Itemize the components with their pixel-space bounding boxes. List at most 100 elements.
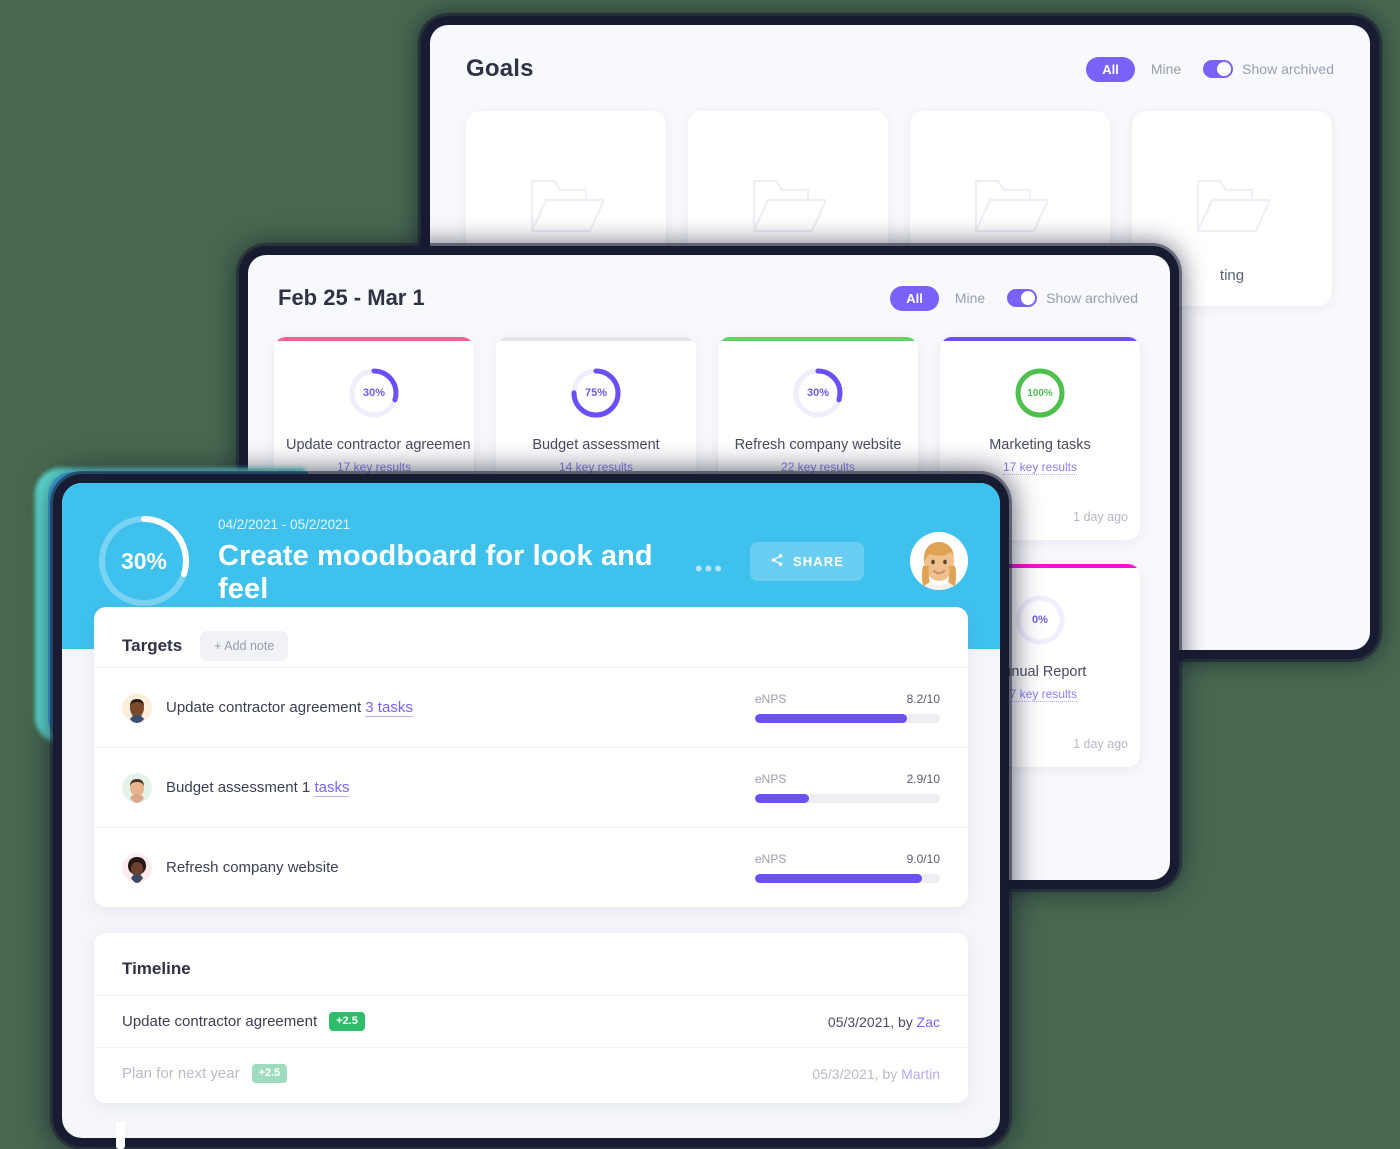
week-filters: All Mine Show archived bbox=[890, 285, 1138, 311]
metric-value: 9.0/10 bbox=[906, 852, 940, 866]
progress-ring: 30% bbox=[792, 367, 844, 419]
target-name-text: Budget assessment 1 bbox=[166, 779, 311, 796]
progress-ring: 100% bbox=[1014, 367, 1066, 419]
progress-ring-wrap: 100% bbox=[952, 367, 1128, 419]
show-archived-toggle-group[interactable]: Show archived bbox=[1203, 60, 1334, 78]
metric-progress-bar bbox=[755, 874, 940, 883]
goal-card-title: Refresh company website bbox=[734, 437, 902, 453]
avatar bbox=[122, 852, 152, 883]
timeline-item-name: Plan for next year bbox=[122, 1065, 240, 1083]
timeline-item-author[interactable]: Zac bbox=[917, 1014, 940, 1030]
progress-percent: 0% bbox=[1032, 614, 1048, 626]
key-results-link[interactable]: 17 key results bbox=[336, 460, 412, 475]
goal-progress-ring: 30% bbox=[96, 513, 192, 609]
targets-title: Targets bbox=[122, 636, 183, 655]
metric-label: eNPS bbox=[755, 692, 787, 706]
target-row[interactable]: Budget assessment 1 tasks eNPS 2.9/10 bbox=[94, 747, 968, 827]
show-archived-label: Show archived bbox=[1046, 290, 1138, 306]
window-nub bbox=[116, 1122, 125, 1149]
filter-mine-button[interactable]: Mine bbox=[1151, 61, 1181, 77]
target-name-text: Refresh company website bbox=[166, 859, 339, 876]
week-range-title: Feb 25 - Mar 1 bbox=[278, 285, 425, 310]
add-note-button[interactable]: + Add note bbox=[200, 631, 289, 661]
show-archived-label: Show archived bbox=[1242, 61, 1334, 77]
show-archived-toggle[interactable] bbox=[1203, 60, 1234, 78]
filter-all-button[interactable]: All bbox=[1086, 56, 1135, 82]
filter-all-button[interactable]: All bbox=[890, 285, 939, 311]
targets-panel: Targets + Add note Update contractor agr… bbox=[94, 607, 968, 907]
target-name: Refresh company website bbox=[166, 859, 755, 876]
goals-header: Goals All Mine Show archived bbox=[430, 25, 1370, 83]
target-metric: eNPS 9.0/10 bbox=[755, 852, 940, 883]
target-name: Budget assessment 1 tasks bbox=[166, 779, 755, 797]
share-button-label: SHARE bbox=[792, 553, 844, 569]
folder-icon bbox=[750, 175, 828, 242]
goal-card-title: Budget assessment bbox=[532, 437, 660, 453]
goal-card-title: Update contractor agreemen bbox=[286, 437, 471, 453]
metric-progress-bar bbox=[755, 714, 940, 723]
share-icon bbox=[770, 553, 784, 570]
target-tasks-link[interactable]: 3 tasks bbox=[365, 699, 413, 717]
timeline-row[interactable]: Update contractor agreement +2.5 05/3/20… bbox=[94, 995, 968, 1047]
screenshot-stage: Goals All Mine Show archived ting Feb 25… bbox=[0, 0, 1400, 1149]
timeline-item-meta: 05/3/2021, by Martin bbox=[812, 1066, 940, 1082]
timeline-item-name: Update contractor agreement bbox=[122, 1013, 318, 1031]
target-tasks-link[interactable]: tasks bbox=[314, 779, 350, 797]
timeline-title: Timeline bbox=[122, 959, 191, 978]
filter-mine-button[interactable]: Mine bbox=[955, 290, 985, 306]
target-name: Update contractor agreement 3 tasks bbox=[166, 699, 755, 717]
goal-date-range: 04/2/2021 - 05/2/2021 bbox=[218, 516, 351, 532]
show-archived-toggle-group[interactable]: Show archived bbox=[1007, 289, 1138, 307]
show-archived-toggle[interactable] bbox=[1007, 289, 1038, 307]
timeline-panel: Timeline Update contractor agreement +2.… bbox=[94, 933, 968, 1104]
timeline-item-author[interactable]: Martin bbox=[901, 1066, 940, 1082]
timeline-item-date: 05/3/2021, by bbox=[827, 1013, 917, 1030]
goals-filters: All Mine Show archived bbox=[1086, 56, 1334, 82]
goal-detail-window: 30% 04/2/2021 - 05/2/2021 Create moodboa… bbox=[62, 483, 1000, 1138]
progress-ring-wrap: 30% bbox=[286, 367, 462, 419]
timeline-row[interactable]: Plan for next year +2.5 05/3/2021, by Ma… bbox=[94, 1047, 968, 1099]
status-badge: +2.5 bbox=[251, 1064, 288, 1084]
folder-icon bbox=[1194, 175, 1272, 242]
targets-header: Targets + Add note bbox=[94, 607, 968, 667]
more-options-icon[interactable]: ••• bbox=[695, 557, 724, 588]
folder-icon bbox=[528, 175, 606, 242]
week-header: Feb 25 - Mar 1 All Mine Show archived bbox=[248, 255, 1170, 311]
metric-label: eNPS bbox=[755, 772, 787, 786]
goal-card-title: Marketing tasks bbox=[989, 437, 1091, 453]
progress-percent: 100% bbox=[1027, 387, 1053, 399]
metric-value: 8.2/10 bbox=[906, 692, 940, 706]
progress-ring: 30% bbox=[348, 367, 400, 419]
target-row[interactable]: Refresh company website eNPS 9.0/10 bbox=[94, 827, 968, 907]
progress-percent: 75% bbox=[584, 387, 608, 399]
timeline-item-meta: 05/3/2021, by Zac bbox=[828, 1014, 940, 1030]
target-metric: eNPS 2.9/10 bbox=[755, 772, 940, 803]
metric-value: 2.9/10 bbox=[906, 772, 940, 786]
key-results-link[interactable]: 17 key results bbox=[1002, 460, 1078, 475]
progress-ring: 0% bbox=[1014, 594, 1066, 646]
goal-title: Create moodboard for look and feel bbox=[218, 539, 653, 605]
progress-ring: 75% bbox=[570, 367, 622, 419]
progress-ring-wrap: 30% bbox=[730, 367, 906, 419]
detail-header-text: 04/2/2021 - 05/2/2021 Create moodboard f… bbox=[218, 517, 724, 606]
progress-percent: 30% bbox=[362, 387, 386, 399]
avatar[interactable] bbox=[910, 532, 968, 590]
key-results-link[interactable]: 17 key results bbox=[1002, 687, 1078, 702]
avatar bbox=[122, 692, 152, 723]
target-row[interactable]: Update contractor agreement 3 tasks eNPS… bbox=[94, 667, 968, 747]
key-results-link[interactable]: 22 key results bbox=[780, 460, 856, 475]
goal-progress-percent: 30% bbox=[120, 547, 168, 574]
progress-ring-wrap: 75% bbox=[508, 367, 684, 419]
timeline-item-date: 05/3/2021, by bbox=[812, 1065, 902, 1082]
metric-progress-bar bbox=[755, 794, 940, 803]
folder-icon bbox=[972, 175, 1050, 242]
progress-percent: 30% bbox=[806, 387, 830, 399]
share-button[interactable]: SHARE bbox=[749, 541, 864, 581]
key-results-link[interactable]: 14 key results bbox=[558, 460, 634, 475]
target-name-text: Update contractor agreement bbox=[166, 699, 362, 716]
target-metric: eNPS 8.2/10 bbox=[755, 692, 940, 723]
page-title: Goals bbox=[466, 55, 534, 82]
status-badge: +2.5 bbox=[329, 1012, 365, 1032]
avatar bbox=[122, 772, 152, 803]
metric-label: eNPS bbox=[755, 852, 787, 866]
